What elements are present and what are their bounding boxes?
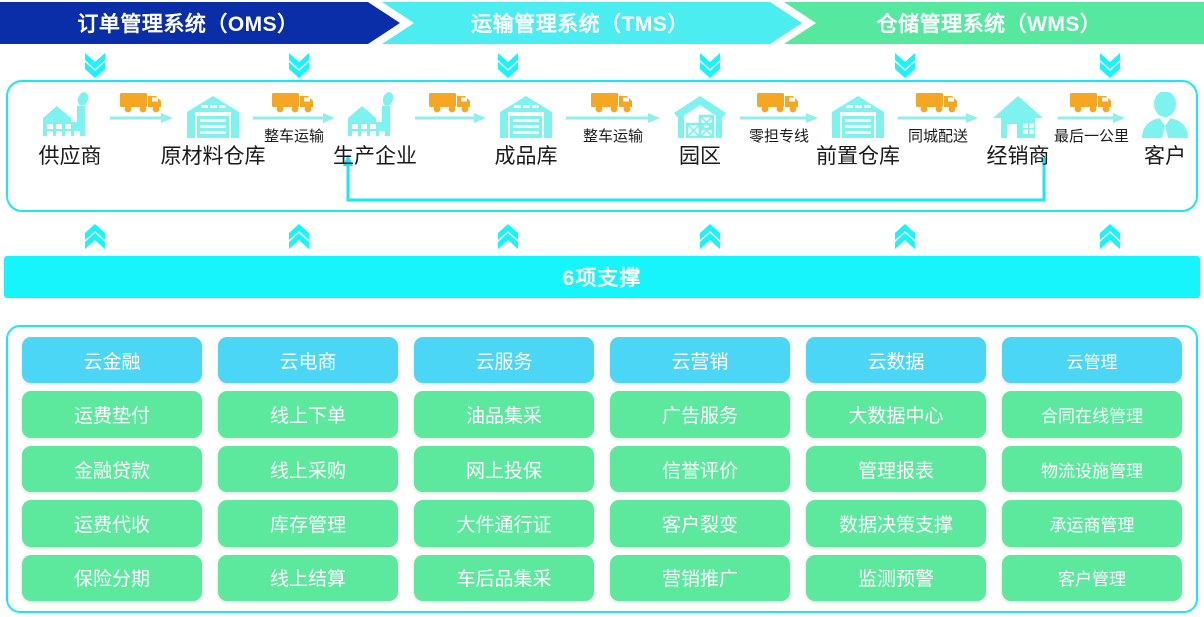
- cloud-service-item[interactable]: 管理报表: [806, 445, 986, 493]
- cloud-column-header[interactable]: 云营销: [610, 337, 790, 384]
- flow-link-7: 最后一公里: [1051, 90, 1132, 146]
- flow-arrow-icon: [740, 113, 818, 123]
- support-bar[interactable]: 6项支撑: [4, 256, 1200, 298]
- cloud-column-header[interactable]: 云数据: [806, 337, 986, 384]
- cloud-column-header[interactable]: 云管理: [1002, 337, 1182, 384]
- cloud-service-item[interactable]: 运费垫付: [22, 391, 202, 438]
- cloud-service-item[interactable]: 保险分期: [22, 554, 202, 602]
- chevron-double-up-icon: [495, 224, 521, 252]
- cloud-service-item[interactable]: 合同在线管理: [1002, 391, 1182, 438]
- chevron-double-down-icon: [495, 50, 521, 78]
- cloud-service-item[interactable]: 数据决策支撑: [806, 500, 986, 547]
- banner-segment-oms[interactable]: 订单管理系统（OMS）: [0, 2, 400, 44]
- chevron-double-up-icon: [82, 224, 108, 252]
- chevron-double-up-icon: [1097, 224, 1123, 252]
- banner-segment-tms-label: 运输管理系统（TMS）: [471, 13, 689, 36]
- cloud-service-item[interactable]: 客户裂变: [610, 500, 790, 547]
- chevron-double-down-icon: [82, 50, 108, 78]
- cloud-column-4: 云营销广告服务信誉评价客户裂变营销推广: [610, 337, 790, 602]
- chevron-double-up-icon: [697, 224, 723, 252]
- flow-link-2: 整车运输: [253, 90, 335, 146]
- cloud-service-item[interactable]: 线上下单: [218, 391, 398, 438]
- flow-arrow-icon: [415, 113, 486, 123]
- cloud-service-item[interactable]: 油品集采: [414, 391, 594, 438]
- supply-chain-flow-box: 供应商 原材料仓库 生产企业 成品库 园区 前置仓库 经销商 客户 整车运输 整…: [6, 80, 1198, 212]
- cloud-service-item[interactable]: 车后品集采: [414, 554, 594, 602]
- cloud-service-item[interactable]: 线上结算: [218, 554, 398, 602]
- cloud-column-5: 云数据大数据中心管理报表数据决策支撑 监测预警: [806, 337, 986, 602]
- cloud-service-item[interactable]: 网上投保: [414, 445, 594, 493]
- cloud-service-item[interactable]: 金融贷款: [22, 445, 202, 493]
- chevron-down-row: [0, 50, 1204, 78]
- cloud-column-header[interactable]: 云金融: [22, 337, 202, 384]
- logistics-platform-diagram: 订单管理系统（OMS） 运输管理系统（TMS） 仓储管理系统（WMS） 供应商 …: [0, 0, 1204, 617]
- flow-arrow-icon: [566, 113, 660, 123]
- cloud-service-item[interactable]: 信誉评价: [610, 445, 790, 493]
- flow-link-label: 整车运输: [261, 125, 327, 146]
- banner-segment-oms-label: 订单管理系统（OMS）: [77, 13, 299, 36]
- cloud-service-item[interactable]: 广告服务: [610, 391, 790, 438]
- chevron-double-up-icon: [286, 224, 312, 252]
- chevron-double-down-icon: [892, 50, 918, 78]
- chevron-double-down-icon: [697, 50, 723, 78]
- cloud-column-6: 云管理合同在线管理 物流设施管理 承运商管理客户管理: [1002, 337, 1182, 602]
- flow-arrow-icon: [898, 113, 978, 123]
- banner-segment-wms[interactable]: 仓储管理系统（WMS）: [784, 2, 1204, 44]
- support-bar-label: 6项支撑: [562, 267, 642, 290]
- flow-arrow-icon: [1058, 113, 1125, 123]
- chevron-up-row: [0, 224, 1204, 252]
- cloud-service-item[interactable]: 承运商管理: [1002, 500, 1182, 547]
- chevron-double-up-icon: [892, 224, 918, 252]
- cloud-service-item[interactable]: 大数据中心: [806, 391, 986, 438]
- chevron-double-down-icon: [286, 50, 312, 78]
- cloud-service-item[interactable]: 监测预警: [806, 554, 986, 602]
- cloud-column-header[interactable]: 云电商: [218, 337, 398, 384]
- flow-link-label: 最后一公里: [1051, 125, 1132, 146]
- flow-arrow-icon: [110, 113, 173, 123]
- cloud-service-item[interactable]: 客户管理: [1002, 554, 1182, 602]
- cloud-column-2: 云电商线上下单线上采购库存管理线上结算: [218, 337, 398, 602]
- system-banner: 订单管理系统（OMS） 运输管理系统（TMS） 仓储管理系统（WMS）: [0, 2, 1204, 44]
- cloud-service-item[interactable]: 营销推广: [610, 554, 790, 602]
- cloud-column-3: 云服务油品集采网上投保大件通行证车后品集采: [414, 337, 594, 602]
- cloud-column-1: 云金融运费垫付金融贷款运费代收保险分期: [22, 337, 202, 602]
- flow-link-3: [415, 90, 486, 138]
- cloud-service-item[interactable]: 物流设施管理: [1002, 445, 1182, 493]
- cloud-service-item[interactable]: 大件通行证: [414, 500, 594, 547]
- banner-segment-tms[interactable]: 运输管理系统（TMS）: [382, 2, 802, 44]
- cloud-services-grid: 云金融 运费垫付 金融贷款 运费代收 保险分期 云电商 线上下单 线上采购 库存管理 线上结算 云服…: [6, 325, 1198, 613]
- cloud-service-item[interactable]: 运费代收: [22, 500, 202, 547]
- banner-segment-wms-label: 仓储管理系统（WMS）: [876, 13, 1102, 36]
- flow-link-6: 同城配送: [898, 90, 978, 146]
- cloud-service-item[interactable]: 库存管理: [218, 500, 398, 547]
- flow-link-5: 零担专线: [740, 90, 818, 146]
- flow-link-label: 同城配送: [905, 125, 971, 146]
- flow-link-4: 整车运输: [566, 90, 660, 146]
- flow-link-label: 整车运输: [580, 125, 646, 146]
- cloud-column-header[interactable]: 云服务: [414, 337, 594, 384]
- flow-link-label: 零担专线: [746, 125, 812, 146]
- flow-arrow-icon: [253, 113, 335, 123]
- chevron-double-down-icon: [1097, 50, 1123, 78]
- flow-link-1: [110, 90, 173, 138]
- cloud-service-item[interactable]: 线上采购: [218, 445, 398, 493]
